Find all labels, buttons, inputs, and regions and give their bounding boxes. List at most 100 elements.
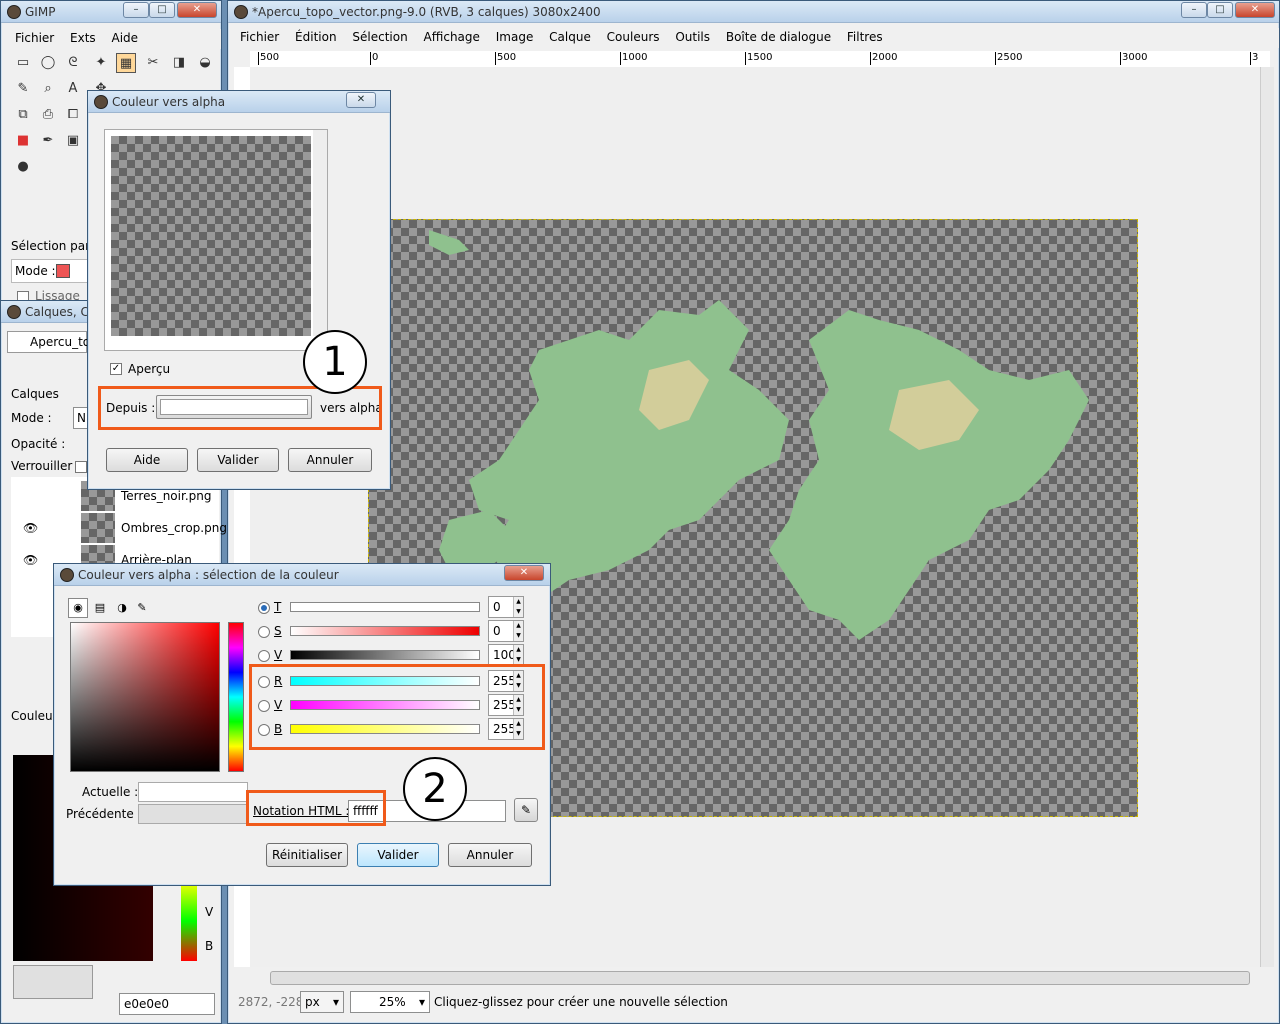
spin-s[interactable]: 0 ▲ ▼ (488, 620, 524, 642)
annotation-2: 2 (403, 757, 467, 821)
foreground-select-icon[interactable]: ◨ (169, 53, 189, 73)
menu-affichage[interactable]: Affichage (418, 28, 486, 46)
hex-color-field[interactable]: e0e0e0 (119, 993, 215, 1015)
preview-canvas[interactable] (111, 136, 311, 336)
fuzzy-select-icon[interactable]: ✦ (91, 53, 111, 73)
vertical-scrollbar[interactable] (1260, 67, 1274, 967)
menu-selection[interactable]: Sélection (346, 28, 413, 46)
channel-radio-s[interactable] (258, 626, 270, 638)
valider-button[interactable]: Valider (197, 448, 279, 472)
clone-icon[interactable]: ⧠ (63, 105, 83, 125)
hue-bar[interactable] (228, 622, 244, 772)
zoom-select[interactable]: 25% ▾ (350, 991, 430, 1013)
cva-titlebar[interactable]: Couleur vers alpha ✕ (88, 91, 390, 113)
magnify-icon[interactable]: ⌕ (38, 79, 58, 99)
close-button[interactable]: ✕ (346, 92, 376, 108)
image-window-titlebar[interactable]: *Apercu_topo_vector.png-9.0 (RVB, 3 calq… (228, 1, 1279, 23)
print-icon[interactable]: ⎙ (38, 105, 58, 125)
select-by-color-icon[interactable]: ▦ (116, 53, 136, 73)
menu-image[interactable]: Image (490, 28, 540, 46)
layers-title: Calques, C (25, 305, 89, 319)
slider-v[interactable] (290, 650, 480, 660)
preview-vscroll[interactable] (313, 130, 327, 336)
channel-radio-t[interactable] (258, 602, 270, 614)
annotation-1: 1 (303, 330, 367, 394)
channel-radio-v[interactable] (258, 650, 270, 662)
rect-select-icon[interactable]: ▭ (13, 53, 33, 73)
valider-color-button[interactable]: Valider (357, 843, 439, 867)
gimp-icon (94, 95, 108, 109)
menu-exts[interactable]: Exts (64, 29, 102, 47)
close-button[interactable]: ✕ (177, 2, 217, 18)
slider-t[interactable] (290, 602, 480, 612)
slider-s[interactable] (290, 626, 480, 636)
v-channel-label: V (205, 905, 214, 919)
menu-couleurs[interactable]: Couleurs (601, 28, 666, 46)
close-button[interactable]: ✕ (1235, 2, 1275, 18)
layer-row[interactable]: 👁 Ombres_crop.png (11, 513, 227, 545)
gimp-selector-tab-icon[interactable]: ◉ (68, 598, 88, 618)
close-button[interactable]: ✕ (504, 565, 544, 581)
spinner-arrows-icon[interactable]: ▲ ▼ (513, 645, 523, 665)
preview-frame (104, 129, 328, 351)
lock-checkbox[interactable] (75, 461, 87, 473)
eyedropper-icon[interactable]: ✎ (13, 79, 33, 99)
menu-fichier[interactable]: Fichier (234, 28, 285, 46)
eraser-icon[interactable]: ■ (13, 131, 33, 151)
annuler-button[interactable]: Annuler (288, 448, 372, 472)
current-color-swatch (138, 782, 248, 802)
ruler-tick: 3 (1250, 52, 1259, 65)
hue-strip[interactable] (181, 881, 197, 961)
aide-button[interactable]: Aide (106, 448, 188, 472)
spin-t[interactable]: 0 ▲ ▼ (488, 596, 524, 618)
menu-edition[interactable]: Édition (289, 28, 343, 46)
minimize-button[interactable]: – (123, 2, 149, 18)
minimize-button[interactable]: – (1181, 2, 1207, 18)
ink-icon[interactable]: ▣ (63, 131, 83, 151)
color-select-titlebar[interactable]: Couleur vers alpha : sélection de la cou… (54, 564, 550, 586)
fg-color-swatch[interactable] (13, 965, 93, 999)
wheel-tab-icon[interactable]: ◑ (112, 598, 132, 618)
menu-aide[interactable]: Aide (106, 29, 145, 47)
annuler-color-button[interactable]: Annuler (448, 843, 532, 867)
gimp-icon (234, 5, 248, 19)
menu-filtres[interactable]: Filtres (841, 28, 889, 46)
airbrush-icon[interactable]: ✒ (38, 131, 58, 151)
eyedropper-tab-icon[interactable]: ✎ (132, 598, 152, 618)
scissors-icon[interactable]: ✂ (143, 53, 163, 73)
unit-select[interactable]: px ▾ (300, 991, 344, 1013)
reset-button[interactable]: Réinitialiser (266, 843, 348, 867)
lasso-icon[interactable]: ᘓ (63, 53, 83, 73)
horizontal-scrollbar[interactable] (270, 971, 1250, 985)
maximize-button[interactable]: □ (149, 2, 175, 18)
spinner-arrows-icon[interactable]: ▲ ▼ (513, 621, 523, 641)
toolbox-titlebar[interactable]: GIMP – □ ✕ (1, 1, 221, 23)
ruler-tick: 500 (495, 52, 517, 65)
smudge-icon[interactable]: ● (13, 157, 33, 177)
layer-name: Ombres_crop.png (121, 521, 227, 535)
cmyk-tab-icon[interactable]: ▤ (90, 598, 110, 618)
replace-mode-icon[interactable] (56, 264, 70, 278)
color-picker-button[interactable]: ✎ (514, 798, 538, 822)
ruler-tick: 2000 (870, 52, 898, 65)
transform-icon[interactable]: ⧉ (13, 105, 33, 125)
spin-v[interactable]: 100 ▲ ▼ (488, 644, 524, 666)
horizontal-ruler[interactable]: 500 0 500 1000 1500 2000 2500 3000 3 (250, 51, 1270, 67)
menu-boite-dialogue[interactable]: Boîte de dialogue (720, 28, 837, 46)
eye-icon[interactable]: 👁 (23, 553, 38, 567)
color-select-title: Couleur vers alpha : sélection de la cou… (78, 568, 339, 582)
spinner-arrows-icon[interactable]: ▲ ▼ (513, 597, 523, 617)
eye-icon[interactable]: 👁 (23, 521, 38, 535)
maximize-button[interactable]: □ (1207, 2, 1233, 18)
menu-fichier[interactable]: Fichier (9, 29, 60, 47)
layer-thumbnail (81, 513, 115, 543)
channel-label-s: S (274, 624, 282, 638)
apercu-checkbox[interactable]: ✓ (110, 363, 122, 375)
text-icon[interactable]: A (63, 79, 83, 99)
image-selector[interactable]: Apercu_to (7, 331, 90, 353)
ellipse-select-icon[interactable]: ◯ (38, 53, 58, 73)
menu-outils[interactable]: Outils (669, 28, 716, 46)
menu-calque[interactable]: Calque (543, 28, 597, 46)
bucket-icon[interactable]: ◒ (195, 53, 215, 73)
sv-square[interactable] (70, 622, 220, 772)
